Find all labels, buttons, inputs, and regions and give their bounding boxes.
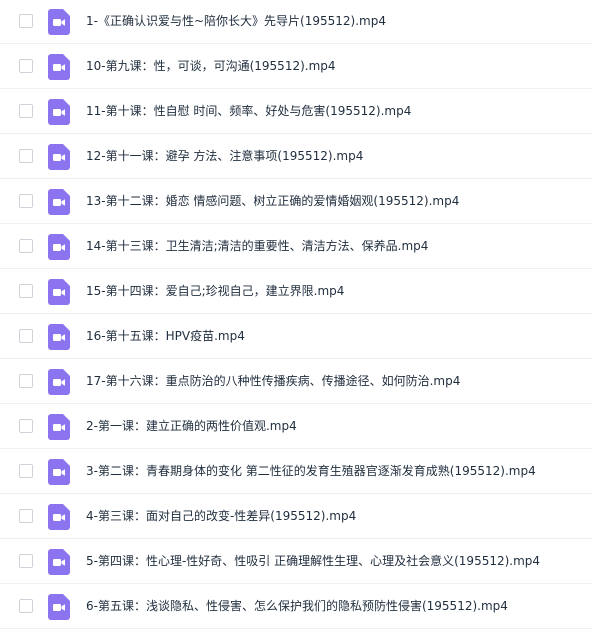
- file-row[interactable]: 5-第四课：性心理-性好奇、性吸引 正确理解性生理、心理及社会意义(195512…: [0, 540, 592, 584]
- row-checkbox[interactable]: [19, 59, 33, 73]
- file-name[interactable]: 3-第二课：青春期身体的变化 第二性征的发育生殖器官逐渐发育成熟(195512)…: [86, 463, 536, 479]
- video-file-icon: [48, 189, 70, 215]
- row-checkbox[interactable]: [19, 464, 33, 478]
- file-name[interactable]: 16-第十五课：HPV疫苗.mp4: [86, 328, 245, 344]
- file-list: 1-《正确认识爱与性~陪你长大》先导片(195512).mp4 10-第九课：性…: [0, 0, 592, 629]
- video-file-icon: [48, 594, 70, 620]
- file-row[interactable]: 11-第十课：性自慰 时间、频率、好处与危害(195512).mp4: [0, 90, 592, 134]
- row-checkbox[interactable]: [19, 104, 33, 118]
- video-file-icon: [48, 369, 70, 395]
- row-checkbox[interactable]: [19, 194, 33, 208]
- file-row[interactable]: 10-第九课：性，可谈，可沟通(195512).mp4: [0, 45, 592, 89]
- file-row[interactable]: 4-第三课：面对自己的改变-性差异(195512).mp4: [0, 495, 592, 539]
- file-name[interactable]: 15-第十四课：爱自己;珍视自己，建立界限.mp4: [86, 283, 344, 299]
- row-checkbox[interactable]: [19, 509, 33, 523]
- video-file-icon: [48, 144, 70, 170]
- video-file-icon: [48, 234, 70, 260]
- file-name[interactable]: 2-第一课：建立正确的两性价值观.mp4: [86, 418, 297, 434]
- file-row[interactable]: 13-第十二课：婚恋 情感问题、树立正确的爱情婚姻观(195512).mp4: [0, 180, 592, 224]
- video-file-icon: [48, 99, 70, 125]
- row-checkbox[interactable]: [19, 284, 33, 298]
- file-row[interactable]: 3-第二课：青春期身体的变化 第二性征的发育生殖器官逐渐发育成熟(195512)…: [0, 450, 592, 494]
- row-checkbox[interactable]: [19, 374, 33, 388]
- video-file-icon: [48, 9, 70, 35]
- video-file-icon: [48, 279, 70, 305]
- file-row[interactable]: 14-第十三课：卫生清洁;清洁的重要性、清洁方法、保养品.mp4: [0, 225, 592, 269]
- file-row[interactable]: 12-第十一课：避孕 方法、注意事项(195512).mp4: [0, 135, 592, 179]
- row-checkbox[interactable]: [19, 599, 33, 613]
- file-name[interactable]: 6-第五课：浅谈隐私、性侵害、怎么保护我们的隐私预防性侵害(195512).mp…: [86, 598, 508, 614]
- file-name[interactable]: 1-《正确认识爱与性~陪你长大》先导片(195512).mp4: [86, 13, 386, 29]
- file-name[interactable]: 11-第十课：性自慰 时间、频率、好处与危害(195512).mp4: [86, 103, 411, 119]
- file-row[interactable]: 17-第十六课：重点防治的八种性传播疾病、传播途径、如何防治.mp4: [0, 360, 592, 404]
- row-checkbox[interactable]: [19, 149, 33, 163]
- file-row[interactable]: 1-《正确认识爱与性~陪你长大》先导片(195512).mp4: [0, 0, 592, 44]
- row-checkbox[interactable]: [19, 554, 33, 568]
- file-name[interactable]: 14-第十三课：卫生清洁;清洁的重要性、清洁方法、保养品.mp4: [86, 238, 428, 254]
- file-row[interactable]: 6-第五课：浅谈隐私、性侵害、怎么保护我们的隐私预防性侵害(195512).mp…: [0, 585, 592, 629]
- video-file-icon: [48, 54, 70, 80]
- row-checkbox[interactable]: [19, 419, 33, 433]
- file-row[interactable]: 16-第十五课：HPV疫苗.mp4: [0, 315, 592, 359]
- row-checkbox[interactable]: [19, 329, 33, 343]
- video-file-icon: [48, 324, 70, 350]
- file-name[interactable]: 5-第四课：性心理-性好奇、性吸引 正确理解性生理、心理及社会意义(195512…: [86, 553, 540, 569]
- video-file-icon: [48, 504, 70, 530]
- row-checkbox[interactable]: [19, 14, 33, 28]
- file-name[interactable]: 4-第三课：面对自己的改变-性差异(195512).mp4: [86, 508, 356, 524]
- video-file-icon: [48, 459, 70, 485]
- file-row[interactable]: 2-第一课：建立正确的两性价值观.mp4: [0, 405, 592, 449]
- file-name[interactable]: 10-第九课：性，可谈，可沟通(195512).mp4: [86, 58, 336, 74]
- file-name[interactable]: 17-第十六课：重点防治的八种性传播疾病、传播途径、如何防治.mp4: [86, 373, 460, 389]
- row-checkbox[interactable]: [19, 239, 33, 253]
- file-row[interactable]: 15-第十四课：爱自己;珍视自己，建立界限.mp4: [0, 270, 592, 314]
- file-name[interactable]: 12-第十一课：避孕 方法、注意事项(195512).mp4: [86, 148, 363, 164]
- video-file-icon: [48, 414, 70, 440]
- file-name[interactable]: 13-第十二课：婚恋 情感问题、树立正确的爱情婚姻观(195512).mp4: [86, 193, 459, 209]
- video-file-icon: [48, 549, 70, 575]
